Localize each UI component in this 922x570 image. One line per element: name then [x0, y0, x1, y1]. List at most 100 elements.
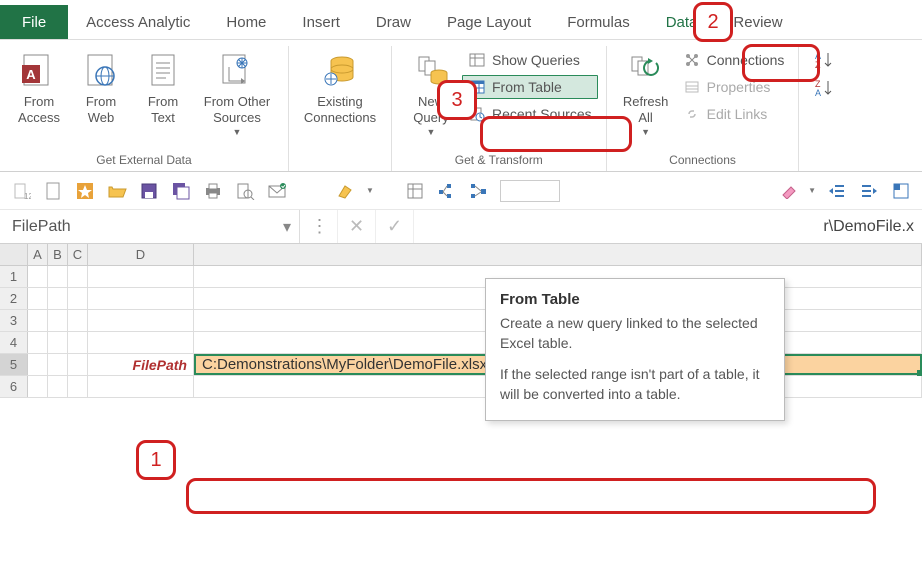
from-text-button[interactable]: From Text [132, 46, 194, 127]
group-get-transform: New Query ▼ Show Queries From Table Rece… [392, 46, 607, 171]
text-file-icon [143, 50, 183, 90]
refresh-all-button[interactable]: Refresh All ▼ [615, 46, 677, 138]
tab-data[interactable]: Data [648, 5, 716, 39]
sort-az-icon[interactable]: AZ [813, 50, 835, 70]
cell[interactable] [28, 266, 48, 287]
cell[interactable] [48, 332, 68, 353]
new-query-icon [411, 50, 451, 90]
column-headers: A B C D [0, 244, 922, 266]
tab-access-analytic[interactable]: Access Analytic [68, 5, 208, 39]
qat-preview-icon[interactable] [234, 180, 256, 202]
row-header[interactable]: 6 [0, 376, 28, 397]
qat-freeze-icon[interactable] [404, 180, 426, 202]
cell[interactable] [88, 376, 194, 397]
row-header[interactable]: 2 [0, 288, 28, 309]
cell[interactable] [88, 266, 194, 287]
qat-pivot-icon[interactable] [890, 180, 912, 202]
qat-dropdown-caret[interactable]: ▼ [366, 186, 374, 195]
qat-outdent-icon[interactable] [826, 180, 848, 202]
tab-home[interactable]: Home [208, 5, 284, 39]
tab-review[interactable]: Review [715, 5, 800, 39]
existing-connections-button[interactable]: Existing Connections [297, 46, 383, 127]
qat-open-icon[interactable] [106, 180, 128, 202]
col-header-c[interactable]: C [68, 244, 88, 265]
cell[interactable] [88, 310, 194, 331]
from-other-sources-button[interactable]: From Other Sources ▼ [194, 46, 280, 138]
formula-bar-text[interactable]: r\DemoFile.x [414, 210, 922, 243]
qat-group-icon[interactable] [468, 180, 490, 202]
cell[interactable] [28, 376, 48, 397]
properties-button: Properties [677, 75, 791, 99]
col-header-b[interactable]: B [48, 244, 68, 265]
properties-icon [683, 78, 701, 96]
row-header[interactable]: 4 [0, 332, 28, 353]
from-text-label: From Text [148, 94, 178, 127]
cell[interactable] [28, 310, 48, 331]
cell[interactable] [68, 354, 88, 375]
access-icon: A [19, 50, 59, 90]
qat-dropdown-caret[interactable]: ▼ [808, 186, 816, 195]
from-web-button[interactable]: From Web [70, 46, 132, 127]
cell[interactable] [68, 310, 88, 331]
ribbon-tabs: File Access Analytic Home Insert Draw Pa… [0, 0, 922, 40]
qat-paste-icon[interactable]: 12 [10, 180, 32, 202]
connections-button[interactable]: Connections [677, 48, 791, 72]
recent-sources-button[interactable]: Recent Sources [462, 102, 598, 126]
qat-saveas-icon[interactable] [170, 180, 192, 202]
show-queries-button[interactable]: Show Queries [462, 48, 598, 72]
qat-quickprint-icon[interactable] [202, 180, 224, 202]
qat-input-box[interactable] [500, 180, 560, 202]
tab-formulas[interactable]: Formulas [549, 5, 648, 39]
name-box[interactable]: FilePath ▾ [0, 210, 300, 243]
tooltip-p2: If the selected range isn't part of a ta… [500, 365, 770, 404]
select-all-corner[interactable] [0, 244, 28, 265]
cell[interactable] [88, 288, 194, 309]
qat-indent-icon[interactable] [858, 180, 880, 202]
tab-insert[interactable]: Insert [284, 5, 358, 39]
col-header-d[interactable]: D [88, 244, 194, 265]
cell[interactable] [48, 288, 68, 309]
cell[interactable] [68, 266, 88, 287]
tab-page-layout[interactable]: Page Layout [429, 5, 549, 39]
formula-fx-handle[interactable]: ⋮ [300, 210, 338, 243]
qat-email-icon[interactable] [266, 180, 288, 202]
cell[interactable] [48, 266, 68, 287]
cell[interactable] [68, 288, 88, 309]
cell[interactable] [28, 288, 48, 309]
col-header-e[interactable] [194, 244, 922, 265]
qat-save-icon[interactable] [138, 180, 160, 202]
formula-cancel-button[interactable]: ✕ [338, 210, 376, 243]
tab-draw[interactable]: Draw [358, 5, 429, 39]
qat-star-icon[interactable] [74, 180, 96, 202]
dropdown-caret-icon: ▼ [427, 127, 436, 138]
cell[interactable] [88, 332, 194, 353]
qat-ungroup-icon[interactable] [436, 180, 458, 202]
cell-d5-filepath-label[interactable]: FilePath [88, 354, 194, 375]
dropdown-caret-icon: ▼ [233, 127, 242, 138]
row-header[interactable]: 5 [0, 354, 28, 375]
qat-eraser-icon[interactable] [776, 180, 798, 202]
cell[interactable] [68, 376, 88, 397]
new-query-button[interactable]: New Query ▼ [400, 46, 462, 138]
group-label-get-external: Get External Data [96, 153, 191, 171]
qat-new-icon[interactable] [42, 180, 64, 202]
sort-za-icon[interactable]: ZA [813, 78, 835, 98]
tab-file[interactable]: File [0, 5, 68, 39]
name-box-value: FilePath [12, 218, 71, 236]
cell[interactable] [48, 354, 68, 375]
formula-enter-button[interactable]: ✓ [376, 210, 414, 243]
cell[interactable] [28, 354, 48, 375]
from-access-button[interactable]: A From Access [8, 46, 70, 127]
qat-clear-format-icon[interactable] [334, 180, 356, 202]
row-header[interactable]: 3 [0, 310, 28, 331]
cell[interactable] [68, 332, 88, 353]
edit-links-button: Edit Links [677, 102, 791, 126]
col-header-a[interactable]: A [28, 244, 48, 265]
row-header[interactable]: 1 [0, 266, 28, 287]
cell[interactable] [48, 376, 68, 397]
name-box-dropdown-icon[interactable]: ▾ [283, 217, 291, 237]
cell[interactable] [48, 310, 68, 331]
from-table-button[interactable]: From Table [462, 75, 598, 99]
cell[interactable] [28, 332, 48, 353]
quick-access-toolbar: 12 ▼ ▼ [0, 172, 922, 210]
